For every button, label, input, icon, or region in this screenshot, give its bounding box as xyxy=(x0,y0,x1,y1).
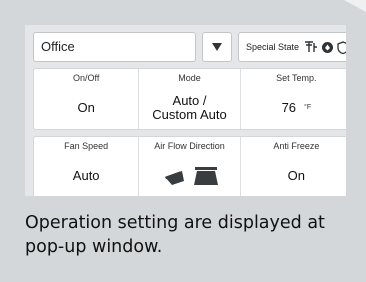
mode-value: Auto / Custom Auto xyxy=(152,93,227,122)
set-temp-display: 76 °F xyxy=(241,91,346,125)
vane-down-icon xyxy=(193,167,218,185)
fan-speed-value: Auto xyxy=(72,168,100,183)
set-temp-value: 76 xyxy=(281,100,297,115)
anti-freeze-value: On xyxy=(287,168,306,183)
anti-freeze-label: Anti Freeze xyxy=(273,141,320,151)
mode-cell[interactable]: Mode Auto / Custom Auto xyxy=(139,69,241,129)
mode-label: Mode xyxy=(178,73,201,83)
set-temp-cell[interactable]: Set Temp. 76 °F xyxy=(241,69,346,129)
status-panel-row-1: On/Off On Mode Auto / Custom Auto Set Te… xyxy=(33,68,346,130)
shield-icon xyxy=(337,40,346,54)
special-state-label: Special State xyxy=(246,42,300,52)
air-flow-direction-label: Air Flow Direction xyxy=(154,141,225,151)
fan-speed-cell[interactable]: Fan Speed Auto xyxy=(34,137,140,196)
group-name-field[interactable]: Office xyxy=(33,32,196,62)
on-off-cell[interactable]: On/Off On xyxy=(34,69,140,129)
remote-controller-screen: Office Special State On/Off On Mode Auto… xyxy=(25,25,346,196)
set-temp-label: Set Temp. xyxy=(276,73,317,83)
on-off-value: On xyxy=(77,100,95,115)
air-flow-direction-cell[interactable]: Air Flow Direction xyxy=(139,137,241,196)
energy-saving-icon xyxy=(322,41,334,53)
vane-left-icon xyxy=(164,171,184,185)
status-panel-row-2: Fan Speed Auto Air Flow Direction Anti F… xyxy=(33,136,346,196)
triangle-down-icon xyxy=(212,43,222,51)
filter-icon xyxy=(305,41,318,52)
anti-freeze-cell[interactable]: Anti Freeze On xyxy=(241,137,346,196)
special-state-box[interactable]: Special State xyxy=(238,32,346,62)
caption-text: Operation setting are displayed at pop-u… xyxy=(25,213,325,257)
temp-unit: °F xyxy=(304,104,312,111)
corner-tab xyxy=(344,0,366,12)
dropdown-button[interactable] xyxy=(202,32,232,62)
air-flow-icons xyxy=(139,159,239,193)
fan-speed-label: Fan Speed xyxy=(64,141,109,151)
top-bar: Office Special State xyxy=(33,32,346,62)
on-off-label: On/Off xyxy=(72,73,100,83)
